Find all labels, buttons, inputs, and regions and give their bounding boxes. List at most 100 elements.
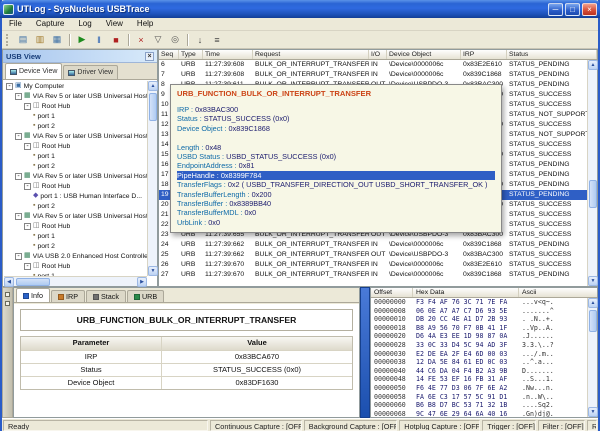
hex-row[interactable]: 0000002833 0C 33 D4 5C 94 AD 3F3.3.\..? bbox=[371, 341, 587, 350]
hex-row[interactable]: 0000004044 C6 DA 04 F4 B2 A3 9BD....... bbox=[371, 367, 587, 376]
tree-item[interactable]: -▦VIA Rev 5 or later USB Universal Host … bbox=[4, 91, 147, 101]
stop-capture-button[interactable]: ■ bbox=[108, 32, 124, 47]
tree-expander-icon[interactable]: - bbox=[15, 213, 22, 220]
hex-row[interactable]: 000000689C 47 6E 29 64 6A 40 16.Gn)dj@. bbox=[371, 410, 587, 417]
tree-expander-icon[interactable]: - bbox=[24, 103, 31, 110]
grid-row[interactable]: 27URB11:27:39:670BULK_OR_INTERRUPT_TRANS… bbox=[159, 270, 587, 280]
scroll-thumb[interactable] bbox=[149, 93, 157, 121]
properties-button[interactable]: ≡ bbox=[209, 32, 225, 47]
column-header-request[interactable]: Request bbox=[253, 50, 369, 59]
tab-urb[interactable]: URB bbox=[127, 290, 164, 302]
tree-expander-icon[interactable]: - bbox=[15, 253, 22, 260]
tab-stack[interactable]: Stack bbox=[86, 290, 126, 302]
tree-item[interactable]: -◫Root Hub bbox=[4, 261, 147, 271]
scroll-up-icon[interactable]: ▲ bbox=[148, 81, 158, 91]
scroll-right-icon[interactable]: ▶ bbox=[137, 277, 147, 287]
filter-button[interactable]: ▽ bbox=[150, 32, 166, 47]
docked-tab-strip[interactable] bbox=[2, 287, 13, 418]
grid-row[interactable]: 24URB11:27:39:662BULK_OR_INTERRUPT_TRANS… bbox=[159, 240, 587, 250]
tree-vertical-scrollbar[interactable]: ▲ ▼ bbox=[147, 81, 157, 276]
minimize-button[interactable]: ─ bbox=[548, 3, 563, 16]
tree-expander-icon[interactable]: - bbox=[24, 263, 31, 270]
tab-device-view[interactable]: Device View bbox=[5, 63, 62, 79]
scroll-up-icon[interactable]: ▲ bbox=[588, 60, 598, 70]
scroll-down-icon[interactable]: ▼ bbox=[588, 407, 598, 417]
open-log-button[interactable]: ▥ bbox=[32, 32, 48, 47]
tab-irp[interactable]: IRP bbox=[51, 290, 85, 302]
hex-panel-caption[interactable] bbox=[360, 287, 370, 418]
scroll-down-icon[interactable]: ▼ bbox=[588, 276, 598, 286]
tree-item[interactable]: ▪port 1 bbox=[4, 111, 147, 121]
hex-row[interactable]: 00000000F3 F4 AF 76 3C 71 7E FA...v<q~. bbox=[371, 298, 587, 307]
maximize-button[interactable]: □ bbox=[565, 3, 580, 16]
tree-item[interactable]: -▦VIA USB 2.0 Enhanced Host Controller bbox=[4, 251, 147, 261]
tree-item[interactable]: ▪port 2 bbox=[4, 201, 147, 211]
tree-expander-icon[interactable]: - bbox=[6, 83, 13, 90]
hex-vertical-scrollbar[interactable]: ▲ ▼ bbox=[587, 298, 597, 417]
tree-expander-icon[interactable]: - bbox=[24, 223, 31, 230]
tree-item[interactable]: -▦VIA Rev 5 or later USB Universal Host … bbox=[4, 211, 147, 221]
tree-item[interactable]: -◫Root Hub bbox=[4, 181, 147, 191]
scroll-thumb[interactable] bbox=[589, 310, 597, 332]
menu-view[interactable]: View bbox=[99, 18, 130, 30]
tree-horizontal-scrollbar[interactable]: ◀ ▶ bbox=[4, 276, 147, 286]
hex-row[interactable]: 00000060B6 B8 D7 BC 53 71 32 1B....Sq2. bbox=[371, 401, 587, 410]
hex-row[interactable]: 00000050F6 4E 77 D3 06 7F 6E A2.Nw...n. bbox=[371, 384, 587, 393]
grid-row[interactable]: 7URB11:27:39:608BULK_OR_INTERRUPT_TRANSF… bbox=[159, 70, 587, 80]
scroll-thumb[interactable] bbox=[16, 278, 50, 286]
tree-item[interactable]: ◆port 1 : USB Human Interface D... bbox=[4, 191, 147, 201]
grid-row[interactable]: 26URB11:27:39:670BULK_OR_INTERRUPT_TRANS… bbox=[159, 260, 587, 270]
tab-driver-view[interactable]: Driver View bbox=[63, 65, 118, 79]
tree-expander-icon[interactable]: - bbox=[15, 93, 22, 100]
hex-row[interactable]: 0000004814 FE 53 EF 16 FB 31 AF..S...1. bbox=[371, 375, 587, 384]
menu-help[interactable]: Help bbox=[130, 18, 160, 30]
grid-row[interactable]: 25URB11:27:39:662BULK_OR_INTERRUPT_TRANS… bbox=[159, 250, 587, 260]
menu-file[interactable]: File bbox=[2, 18, 29, 30]
tree-item[interactable]: -▣My Computer bbox=[4, 81, 147, 91]
find-button[interactable]: ◎ bbox=[167, 32, 183, 47]
tree-item[interactable]: -◫Root Hub bbox=[4, 141, 147, 151]
hex-row[interactable]: 0000003812 DA 5E 84 61 ED 0C 03..^.a... bbox=[371, 358, 587, 367]
scroll-down-icon[interactable]: ▼ bbox=[148, 266, 158, 276]
tree-item[interactable]: ▪port 2 bbox=[4, 121, 147, 131]
grid-row[interactable]: 6URB11:27:39:608BULK_OR_INTERRUPT_TRANSF… bbox=[159, 60, 587, 70]
column-header-seq[interactable]: Seq bbox=[159, 50, 179, 59]
tree-item[interactable]: -▦VIA Rev 5 or later USB Universal Host … bbox=[4, 171, 147, 181]
start-capture-button[interactable]: ▶ bbox=[74, 32, 90, 47]
tree-item[interactable]: ▪port 2 bbox=[4, 241, 147, 251]
tree-item[interactable]: -◫Root Hub bbox=[4, 101, 147, 111]
hex-row[interactable]: 00000058FA 6E C3 17 57 5C 91 D1.n..W\.. bbox=[371, 393, 587, 402]
column-header-deviceobject[interactable]: Device Object bbox=[387, 50, 461, 59]
menu-capture[interactable]: Capture bbox=[29, 18, 71, 30]
scroll-thumb[interactable] bbox=[589, 180, 597, 208]
hex-row[interactable]: 00000010DB 20 CC 4E A1 D7 2B 93. .N..+. bbox=[371, 315, 587, 324]
column-header-status[interactable]: Status bbox=[507, 50, 597, 59]
menu-log[interactable]: Log bbox=[71, 18, 98, 30]
tree-item[interactable]: -◫Root Hub bbox=[4, 221, 147, 231]
column-header-io[interactable]: I/O bbox=[369, 50, 387, 59]
tree-item[interactable]: -▦VIA Rev 5 or later USB Universal Host … bbox=[4, 131, 147, 141]
tree-expander-icon[interactable]: - bbox=[15, 173, 22, 180]
tree-expander-icon[interactable]: - bbox=[24, 183, 31, 190]
save-log-button[interactable]: ▦ bbox=[49, 32, 65, 47]
pause-capture-button[interactable]: ‖ bbox=[91, 32, 107, 47]
tree-item[interactable]: ▪port 2 bbox=[4, 161, 147, 171]
close-button[interactable]: × bbox=[582, 3, 597, 16]
panel-close-icon[interactable]: × bbox=[145, 52, 154, 61]
hex-row[interactable]: 00000030E2 DE EA 2F E4 6D 00 03.../.m.. bbox=[371, 350, 587, 359]
tab-info[interactable]: Info bbox=[16, 288, 50, 302]
hex-row[interactable]: 0000000806 0E A7 A7 C7 D6 93 5E.......^ bbox=[371, 307, 587, 316]
new-log-button[interactable]: ▤ bbox=[15, 32, 31, 47]
scroll-up-icon[interactable]: ▲ bbox=[588, 298, 598, 308]
autoscroll-button[interactable]: ↓ bbox=[192, 32, 208, 47]
tree-item[interactable]: ▪port 1 bbox=[4, 151, 147, 161]
scroll-left-icon[interactable]: ◀ bbox=[4, 277, 14, 287]
column-header-type[interactable]: Type bbox=[179, 50, 203, 59]
column-header-time[interactable]: Time bbox=[203, 50, 253, 59]
hex-row[interactable]: 00000020D6 4A E3 EE 1D 98 87 0A.J...... bbox=[371, 332, 587, 341]
tree-expander-icon[interactable]: - bbox=[15, 133, 22, 140]
clear-log-button[interactable]: × bbox=[133, 32, 149, 47]
tree-expander-icon[interactable]: - bbox=[24, 143, 31, 150]
column-header-irp[interactable]: IRP bbox=[461, 50, 507, 59]
hex-row[interactable]: 00000018B8 A9 56 70 F7 0B 41 1F..Vp..A. bbox=[371, 324, 587, 333]
